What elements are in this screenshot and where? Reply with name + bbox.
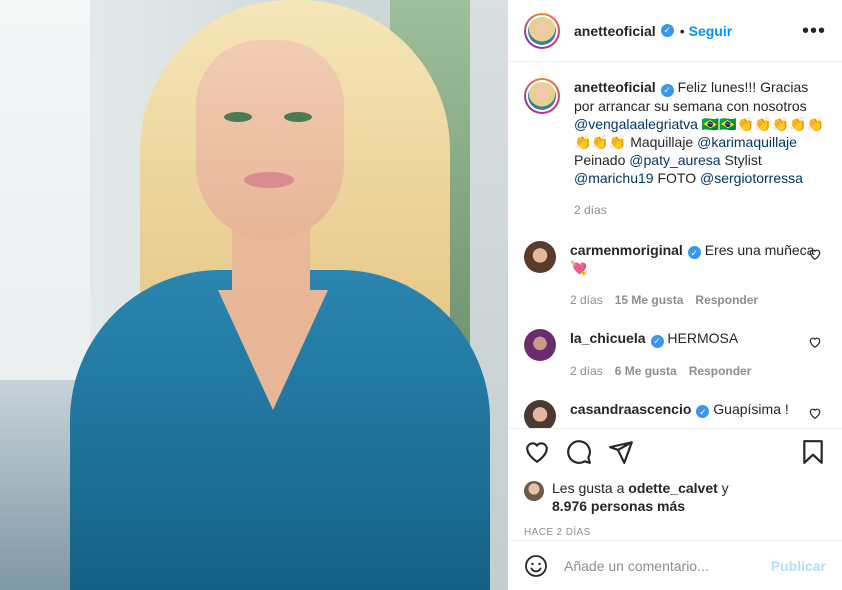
heart-icon[interactable] xyxy=(808,335,822,349)
likes-suffix: y xyxy=(721,480,729,496)
avatar xyxy=(526,80,558,112)
emoji-icon[interactable] xyxy=(524,554,548,578)
comment-username[interactable]: carmenmoriginal xyxy=(570,242,683,258)
avatar xyxy=(528,16,556,45)
comment-meta: 2 días 6 Me gusta Responder xyxy=(570,362,826,380)
photo-subject xyxy=(284,112,312,122)
post-sidebar: anetteoficial ✓ • Seguir ••• anetteofici… xyxy=(508,0,842,590)
heart-icon[interactable] xyxy=(808,406,822,420)
comment-row: casandraascencio ✓ Guapísima ! xyxy=(524,399,826,429)
post-photo[interactable] xyxy=(0,0,508,590)
likes-summary: Les gusta a odette_calvet y 8.976 person… xyxy=(524,479,826,515)
caption-text: Peinado xyxy=(574,151,626,168)
author-username[interactable]: anetteoficial xyxy=(574,23,656,39)
verified-icon: ✓ xyxy=(660,24,674,37)
likes-prefix: Les gusta a xyxy=(552,480,625,496)
mention-link[interactable]: @sergiotorressa xyxy=(700,170,803,186)
heart-icon[interactable] xyxy=(808,247,822,261)
publish-button[interactable]: Publicar xyxy=(771,558,826,574)
commenter-avatar[interactable] xyxy=(524,399,556,428)
caption-username[interactable]: anetteoficial xyxy=(574,79,656,95)
likes-count[interactable]: 8.976 personas más xyxy=(552,498,685,514)
likes-text: Les gusta a odette_calvet y 8.976 person… xyxy=(552,479,729,515)
heart-icon[interactable] xyxy=(524,439,550,465)
action-bar xyxy=(524,437,826,467)
mention-link[interactable]: @karimaquillaje xyxy=(697,134,797,150)
author-avatar[interactable] xyxy=(524,12,560,49)
caption-meta: 2 días xyxy=(574,201,826,219)
liker-avatar[interactable] xyxy=(524,481,544,501)
verified-icon: ✓ xyxy=(696,405,710,418)
mention-link[interactable]: @marichu19 xyxy=(574,170,654,186)
comment-body: carmenmoriginal ✓ Eres una muñeca 💘 2 día… xyxy=(570,241,826,310)
commenter-avatar[interactable] xyxy=(524,240,556,273)
liker-username[interactable]: odette_calvet xyxy=(628,480,717,496)
photo-subject xyxy=(224,112,252,122)
bookmark-icon[interactable] xyxy=(800,439,826,465)
caption: anetteoficial ✓ Feliz lunes!!! Gracias po… xyxy=(524,78,826,219)
verified-icon: ✓ xyxy=(650,334,664,348)
caption-time[interactable]: 2 días xyxy=(574,201,607,219)
caption-text: Maquillaje xyxy=(630,133,694,150)
caption-text: FOTO xyxy=(657,169,697,186)
verified-icon: ✓ xyxy=(660,83,674,97)
share-icon[interactable] xyxy=(608,439,634,465)
comment-likes[interactable]: 6 Me gusta xyxy=(615,362,677,380)
reply-button[interactable]: Responder xyxy=(695,291,758,309)
mention-link[interactable]: @vengalaalegriatva xyxy=(574,116,698,132)
avatar xyxy=(528,82,556,110)
add-comment-bar: Publicar xyxy=(508,540,842,590)
comment-username[interactable]: la_chicuela xyxy=(570,330,646,346)
photo-subject xyxy=(244,172,294,188)
verified-icon: ✓ xyxy=(687,246,701,259)
avatar xyxy=(526,14,558,47)
post-actions: Les gusta a odette_calvet y 8.976 person… xyxy=(508,428,842,540)
comment-username[interactable]: casandraascencio xyxy=(570,401,691,417)
comment-meta: 2 días 15 Me gusta Responder xyxy=(570,291,826,309)
comment-input[interactable] xyxy=(564,557,763,574)
mention-link[interactable]: @paty_auresa xyxy=(629,152,720,168)
caption-text: Stylist xyxy=(724,151,762,168)
post-header: anetteoficial ✓ • Seguir ••• xyxy=(508,0,842,62)
caption-avatar[interactable] xyxy=(524,78,560,114)
follow-button[interactable]: Seguir xyxy=(689,23,733,39)
post-timestamp[interactable]: HACE 2 DÍAS xyxy=(524,527,826,538)
comment-row: carmenmoriginal ✓ Eres una muñeca 💘 2 día… xyxy=(524,240,826,310)
commenter-avatar[interactable] xyxy=(524,329,556,361)
comment-row: la_chicuela ✓ HERMOSA 2 días 6 Me gusta R… xyxy=(524,329,826,380)
comment-text: Guapísima ! xyxy=(713,400,789,417)
reply-button[interactable]: Responder xyxy=(689,362,752,380)
comment-time[interactable]: 2 días xyxy=(570,362,603,380)
comment-body: casandraascencio ✓ Guapísima ! xyxy=(570,400,826,429)
comment-text: HERMOSA xyxy=(667,330,739,346)
photo-subject xyxy=(196,40,344,240)
separator-dot: • xyxy=(679,22,685,39)
comment-icon[interactable] xyxy=(566,439,592,465)
comment-time[interactable]: 2 días xyxy=(570,291,603,309)
caption-body: anetteoficial ✓ Feliz lunes!!! Gracias po… xyxy=(574,78,826,219)
comment-body: la_chicuela ✓ HERMOSA 2 días 6 Me gusta R… xyxy=(570,329,826,380)
comments-list[interactable]: anetteoficial ✓ Feliz lunes!!! Gracias po… xyxy=(508,62,842,428)
more-icon[interactable]: ••• xyxy=(802,21,826,41)
comment-likes[interactable]: 15 Me gusta xyxy=(615,291,684,309)
